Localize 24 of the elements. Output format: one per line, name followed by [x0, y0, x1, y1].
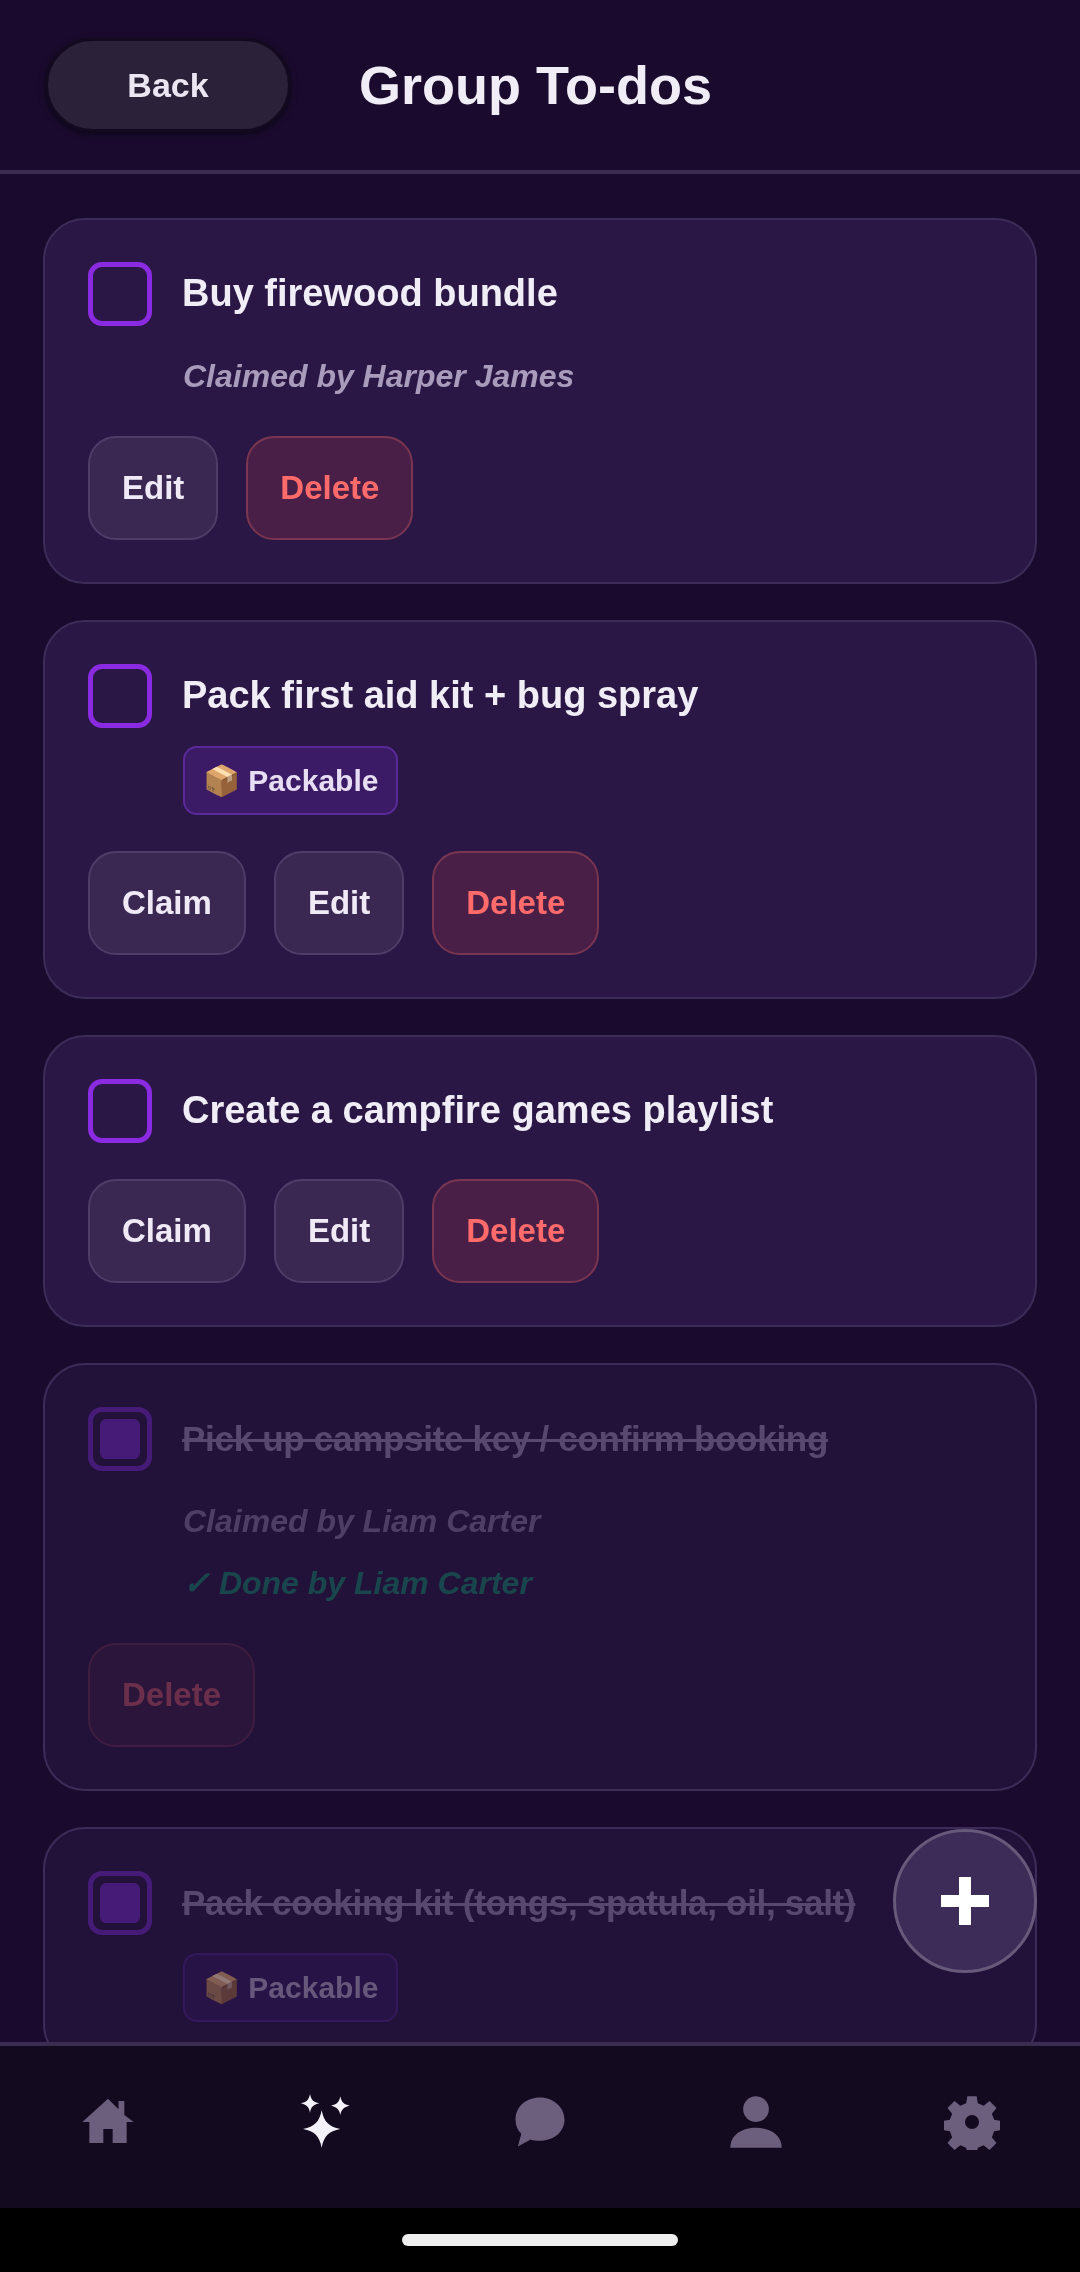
claim-button[interactable]: Claim [88, 1179, 246, 1283]
delete-button[interactable]: Delete [246, 436, 414, 540]
todo-title: Create a campfire games playlist [182, 1088, 774, 1134]
delete-button[interactable]: Delete [432, 1179, 600, 1283]
checkbox[interactable] [88, 1407, 152, 1471]
checkbox[interactable] [88, 1871, 152, 1935]
plus-icon [941, 1877, 989, 1925]
packable-tag: 📦 Packable [183, 746, 399, 815]
checkbox[interactable] [88, 1079, 152, 1143]
person-icon[interactable] [728, 2094, 784, 2150]
claim-button[interactable]: Claim [88, 851, 246, 955]
claimed-label: Claimed by Harper James [183, 357, 576, 396]
checkbox[interactable] [88, 664, 152, 728]
checkbox[interactable] [88, 262, 152, 326]
edit-button[interactable]: Edit [88, 436, 219, 540]
edit-button[interactable]: Edit [273, 851, 405, 955]
edit-button[interactable]: Edit [273, 1179, 405, 1283]
packable-tag: 📦 Packable [183, 1953, 399, 2022]
todo-title: Buy firewood bundle [182, 271, 558, 317]
page-title: Group To-dos [359, 53, 712, 117]
delete-button[interactable]: Delete [432, 851, 600, 955]
settings-icon[interactable] [944, 2094, 1000, 2150]
todo-title: Pack first aid kit + bug spray [182, 673, 699, 719]
back-button[interactable]: Back [45, 38, 291, 132]
